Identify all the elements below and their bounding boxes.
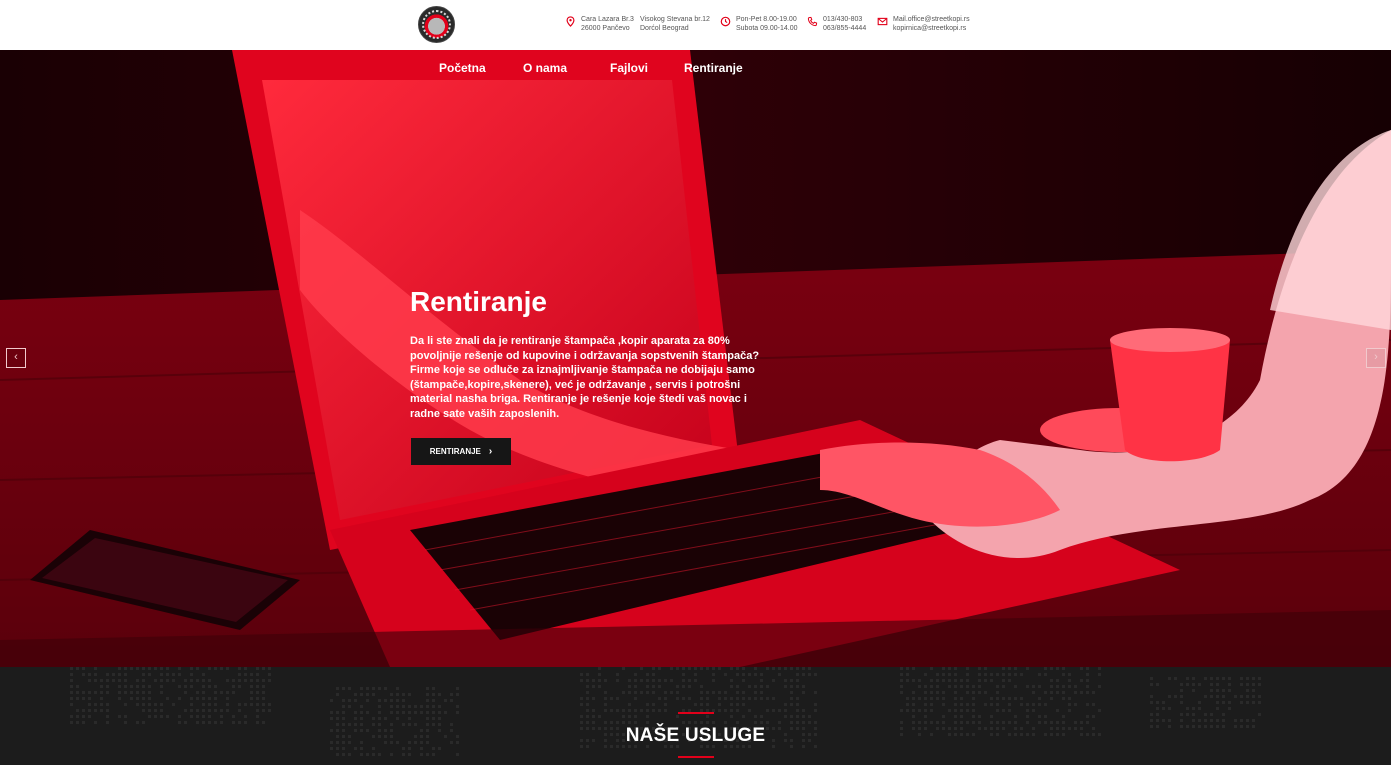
address-beograd: Visokog Stevana br.12 Dorćol Beograd — [640, 15, 710, 33]
chevron-left-icon: ‹ — [14, 351, 18, 363]
slide-description: Da li ste znali da je rentiranje štampač… — [410, 335, 760, 420]
clock-icon — [720, 16, 731, 27]
button-label: RENTIRANJE — [429, 447, 481, 456]
section-title: NAŠE USLUGE — [625, 725, 766, 746]
address-pancevo: Cara Lazara Br.3 26000 Pančevo — [566, 15, 634, 33]
chevron-right-icon: › — [1374, 351, 1378, 363]
envelope-icon — [877, 16, 888, 27]
services-section: NAŠE USLUGE — [0, 667, 1391, 765]
title-divider-top — [678, 712, 714, 714]
slider-next-button[interactable]: › — [1366, 348, 1386, 368]
phone-numbers: 013/430-803 063/855-4444 — [807, 15, 866, 33]
address-line: Cara Lazara Br.3 — [581, 16, 634, 23]
chevron-right-icon: › — [488, 446, 493, 457]
address-line: 26000 Pančevo — [581, 25, 630, 32]
top-header: Cara Lazara Br.3 26000 Pančevo Visokog S… — [0, 0, 1391, 50]
nav-pocetna[interactable]: Početna — [439, 61, 486, 75]
nav-fajlovi[interactable]: Fajlovi — [610, 61, 648, 75]
slide-title: Rentiranje — [410, 286, 547, 317]
streetkopi-logo-icon[interactable] — [418, 6, 455, 43]
hero-slider: Početna O nama Fajlovi Rentiranje ‹ › Re… — [0, 50, 1391, 667]
email-link[interactable]: Mail.office@streetkopi.rs — [893, 15, 970, 24]
world-map-dots-background — [70, 667, 1261, 756]
email-addresses: Mail.office@streetkopi.rs kopirnica@stre… — [877, 15, 970, 33]
working-hours: Pon-Pet 8.00-19.00 Subota 09.00-14.00 — [720, 15, 798, 33]
slider-prev-button[interactable]: ‹ — [6, 348, 26, 368]
address-line: Dorćol Beograd — [640, 25, 689, 32]
hours-line: Pon-Pet 8.00-19.00 — [736, 16, 797, 23]
main-navigation: Početna O nama Fajlovi Rentiranje — [0, 50, 1391, 86]
phone-link[interactable]: 013/430-803 — [823, 15, 866, 24]
nav-o-nama[interactable]: O nama — [523, 61, 567, 75]
rentiranje-button[interactable]: RENTIRANJE › — [411, 438, 511, 465]
title-divider-bottom — [678, 756, 714, 758]
hours-line: Subota 09.00-14.00 — [736, 25, 798, 32]
phone-icon — [807, 16, 818, 27]
phone-link[interactable]: 063/855-4444 — [823, 24, 866, 33]
email-link[interactable]: kopirnica@streetkopi.rs — [893, 24, 970, 33]
location-pin-icon — [565, 16, 576, 27]
nav-rentiranje[interactable]: Rentiranje — [684, 61, 743, 75]
address-line: Visokog Stevana br.12 — [640, 16, 710, 23]
